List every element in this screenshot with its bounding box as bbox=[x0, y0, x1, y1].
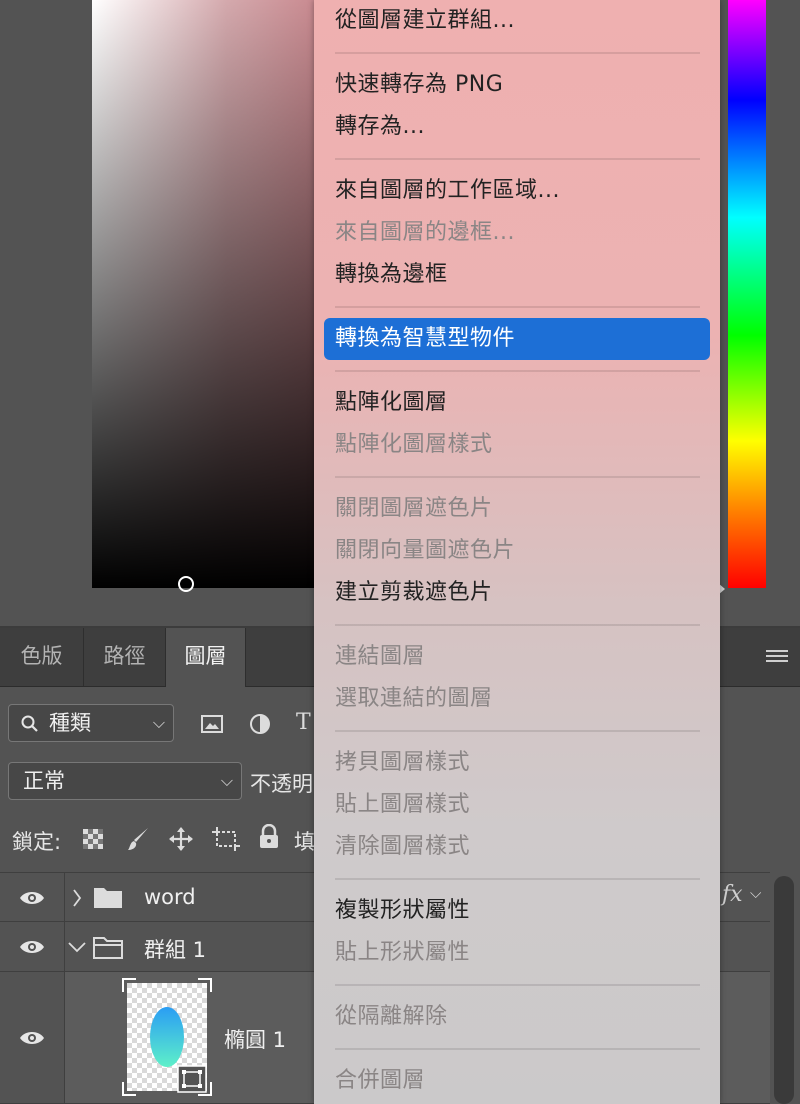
fx-badge[interactable]: fx bbox=[722, 882, 743, 907]
menu-item-export-as[interactable]: 轉存為... bbox=[335, 108, 425, 146]
menu-item-paste-layer-style: 貼上圖層樣式 bbox=[335, 792, 471, 817]
panel-menu-icon[interactable] bbox=[766, 650, 788, 664]
menu-separator bbox=[335, 730, 700, 732]
menu-item-select-linked-layers: 選取連結的圖層 bbox=[335, 686, 493, 711]
lock-position-icon[interactable] bbox=[168, 826, 194, 852]
tab-layers[interactable]: 圖層 bbox=[166, 628, 246, 687]
menu-separator bbox=[335, 476, 700, 478]
lock-all-icon[interactable] bbox=[258, 824, 280, 850]
visibility-column bbox=[0, 873, 65, 921]
eye-icon[interactable] bbox=[19, 939, 45, 955]
saturation-brightness-field[interactable] bbox=[92, 0, 316, 592]
menu-item-link-layers: 連結圖層 bbox=[335, 644, 426, 669]
menu-item-frame-from-layers: 來自圖層的邊框... bbox=[335, 220, 515, 245]
menu-separator bbox=[335, 370, 700, 372]
chevron-down-icon[interactable]: ⌵ bbox=[750, 884, 761, 902]
menu-item-release-from-isolation: 從隔離解除 bbox=[335, 1004, 448, 1029]
chevron-right-icon[interactable] bbox=[72, 889, 82, 907]
color-field-cursor[interactable] bbox=[178, 576, 194, 592]
folder-icon bbox=[94, 888, 122, 908]
menu-item-copy-shape-attributes[interactable]: 複製形狀屬性 bbox=[335, 892, 470, 930]
visibility-column bbox=[0, 972, 65, 1103]
layer-name: 橢圓 1 bbox=[224, 1028, 287, 1052]
chevron-down-icon[interactable] bbox=[68, 941, 86, 953]
search-icon bbox=[21, 715, 38, 732]
layer-context-menu: 從圖層建立群組... 快速轉存為 PNG 轉存為... 來自圖層的工作區域...… bbox=[314, 0, 720, 1104]
opacity-label: 不透明 bbox=[250, 772, 313, 796]
blend-mode-dropdown[interactable]: 正常 ⌵ bbox=[8, 762, 242, 800]
menu-item-rasterize-layer-style: 點陣化圖層樣式 bbox=[335, 432, 493, 457]
menu-separator bbox=[335, 624, 700, 626]
eye-icon[interactable] bbox=[19, 890, 45, 906]
layer-name: word bbox=[144, 885, 196, 909]
menu-item-clear-layer-style: 清除圖層樣式 bbox=[335, 834, 471, 859]
layer-name: 群組 1 bbox=[144, 938, 207, 962]
menu-item-copy-layer-style: 拷貝圖層樣式 bbox=[335, 750, 471, 775]
menu-separator bbox=[335, 878, 700, 880]
menu-separator bbox=[335, 306, 700, 308]
blend-mode-value: 正常 bbox=[23, 769, 65, 793]
menu-item-merge-layers: 合併圖層 bbox=[335, 1068, 426, 1093]
menu-item-rasterize-layer[interactable]: 點陣化圖層 bbox=[335, 384, 448, 422]
menu-separator bbox=[335, 52, 700, 54]
menu-separator bbox=[335, 158, 700, 160]
lock-image-pixels-icon[interactable] bbox=[126, 826, 152, 852]
menu-item-quick-export-png[interactable]: 快速轉存為 PNG bbox=[335, 66, 503, 104]
tab-channels[interactable]: 色版 bbox=[0, 628, 84, 686]
menu-item-disable-vector-mask: 關閉向量圖遮色片 bbox=[335, 538, 516, 563]
filter-kind-value: 種類 bbox=[49, 711, 91, 735]
menu-separator bbox=[335, 1048, 700, 1050]
menu-separator bbox=[335, 984, 700, 986]
visibility-column bbox=[0, 922, 65, 971]
chevron-down-icon: ⌵ bbox=[220, 771, 233, 790]
adjustment-filter-icon[interactable] bbox=[248, 712, 272, 736]
menu-item-paste-shape-attributes: 貼上形狀屬性 bbox=[335, 940, 471, 965]
menu-item-disable-layer-mask: 關閉圖層遮色片 bbox=[335, 496, 493, 521]
menu-item-convert-to-frame[interactable]: 轉換為邊框 bbox=[335, 256, 448, 294]
eye-icon[interactable] bbox=[19, 1030, 45, 1046]
lock-transparent-pixels-icon[interactable] bbox=[82, 828, 104, 850]
tab-paths[interactable]: 路徑 bbox=[84, 628, 166, 686]
lock-artboard-icon[interactable] bbox=[212, 826, 240, 852]
open-folder-icon bbox=[93, 937, 123, 959]
layers-scrollbar[interactable] bbox=[774, 876, 794, 1104]
fill-label: 填 bbox=[294, 830, 315, 854]
lock-label: 鎖定: bbox=[12, 830, 62, 854]
menu-item-create-clipping-mask[interactable]: 建立剪裁遮色片 bbox=[335, 574, 493, 612]
filter-kind-dropdown[interactable]: 種類 ⌵ bbox=[8, 704, 174, 742]
menu-item-convert-to-smart-object[interactable]: 轉換為智慧型物件 bbox=[324, 318, 710, 360]
image-filter-icon[interactable] bbox=[200, 712, 224, 736]
chevron-down-icon: ⌵ bbox=[152, 713, 165, 732]
menu-item-artboard-from-layers[interactable]: 來自圖層的工作區域... bbox=[335, 172, 560, 210]
type-filter-icon[interactable]: T bbox=[296, 710, 311, 735]
menu-item-label: 轉換為智慧型物件 bbox=[335, 326, 516, 351]
hue-slider[interactable] bbox=[728, 0, 766, 588]
menu-item-group-from-layers[interactable]: 從圖層建立群組... bbox=[335, 2, 515, 40]
layer-thumbnail[interactable] bbox=[122, 978, 212, 1096]
